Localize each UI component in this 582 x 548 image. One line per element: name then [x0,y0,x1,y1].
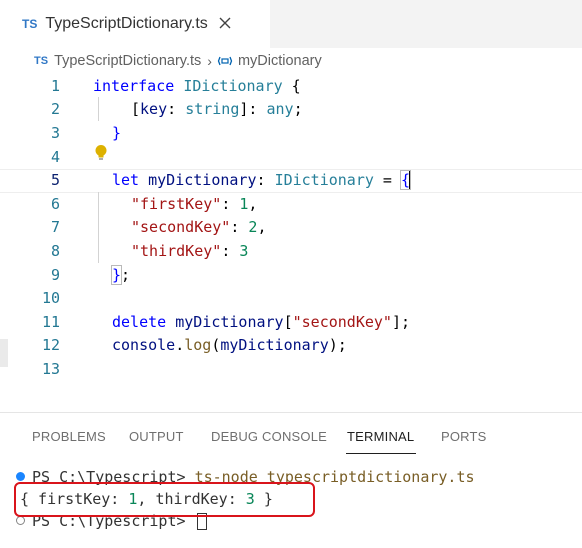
keyword: let [112,170,140,189]
punctuation: = [373,170,401,189]
punctuation: : [221,241,240,260]
command-pending-icon [16,516,25,525]
bracket-match: } [110,264,123,285]
line-number: 4 [50,147,60,166]
punctuation: ; [121,265,131,284]
identifier: myDictionary [220,336,329,355]
code-line: interface IDictionary { [93,77,301,95]
identifier: console [112,336,176,355]
tab-terminal[interactable]: TERMINAL [347,429,414,444]
tab-problems[interactable]: PROBLEMS [32,429,106,444]
code-line: "firstKey": 1, [131,195,257,213]
typescript-icon: TS [22,17,38,31]
tab-output[interactable]: OUTPUT [129,429,184,444]
punctuation: , [248,194,258,213]
string: "firstKey" [131,194,222,213]
punctuation: [ [283,312,293,331]
function-name: log [184,336,212,355]
identifier: myDictionary [148,170,257,189]
code-line: [key: string]: any; [131,100,303,118]
breadcrumb-symbol[interactable]: myDictionary [238,53,322,69]
string: "secondKey" [292,312,392,331]
highlight-annotation-box [14,482,315,517]
type-name: any [266,100,294,119]
text-cursor [409,171,412,190]
keyword: interface [93,76,175,95]
type-name: IDictionary [183,76,283,95]
line-number: 9 [50,265,60,284]
line-number: 6 [50,194,60,213]
punctuation: } [112,123,122,142]
punctuation: { [282,76,301,95]
command-success-icon [16,472,25,481]
line-number: 11 [41,312,60,331]
tab-ports[interactable]: PORTS [441,429,487,444]
punctuation: : [167,100,186,119]
code-editor[interactable]: 1 interface IDictionary { 2 [key: string… [0,74,582,404]
variable-symbol-icon [217,56,233,66]
punctuation: : [230,218,249,237]
terminal[interactable]: PS C:\Typescript> ts-node typescriptdict… [0,460,582,548]
line-number: 8 [50,241,60,260]
code-line: delete myDictionary["secondKey"]; [112,313,410,331]
code-line: } [112,124,121,142]
typescript-icon: TS [34,55,49,67]
tab-debug-console[interactable]: DEBUG CONSOLE [211,429,327,444]
close-icon[interactable] [216,14,234,32]
punctuation: : [221,194,240,213]
punctuation: ]; [391,312,411,331]
tab-label: TypeScriptDictionary.ts [45,15,208,32]
breadcrumb: TS TypeScriptDictionary.ts › myDictionar… [0,48,582,74]
punctuation: ; [293,100,303,119]
string: "thirdKey" [131,241,222,260]
line-number: 7 [50,218,60,237]
chevron-right-icon: › [207,53,212,69]
editor-tab-strip: TS TypeScriptDictionary.ts [0,0,582,48]
line-number: 1 [50,76,60,95]
identifier: key [140,100,168,119]
code-line: let myDictionary: IDictionary = { [112,169,412,190]
active-tab-indicator [346,453,416,454]
line-number: 3 [50,123,60,142]
punctuation: : [256,170,275,189]
breadcrumb-file[interactable]: TypeScriptDictionary.ts [54,53,201,69]
number: 3 [239,241,249,260]
keyword: delete [112,312,167,331]
identifier: myDictionary [175,312,284,331]
code-line: "secondKey": 2, [131,218,266,236]
punctuation: . [175,336,185,355]
punctuation: , [257,218,267,237]
code-line: console.log(myDictionary); [112,336,347,354]
line-number: 2 [50,100,60,119]
punctuation: ); [328,336,347,355]
line-number: 12 [41,336,60,355]
line-number: 13 [41,359,60,378]
string: "secondKey" [131,218,231,237]
code-line: }; [110,264,131,285]
type-name: IDictionary [274,170,374,189]
punctuation: [ [131,100,141,119]
code-line: "thirdKey": 3 [131,242,248,260]
panel-tab-bar: PROBLEMS OUTPUT DEBUG CONSOLE TERMINAL P… [0,413,582,457]
type-name: string [185,100,240,119]
punctuation: ]: [239,100,267,119]
line-number: 10 [41,289,60,308]
tab-typescriptdictionary[interactable]: TS TypeScriptDictionary.ts [0,0,270,48]
line-number: 5 [50,171,60,190]
